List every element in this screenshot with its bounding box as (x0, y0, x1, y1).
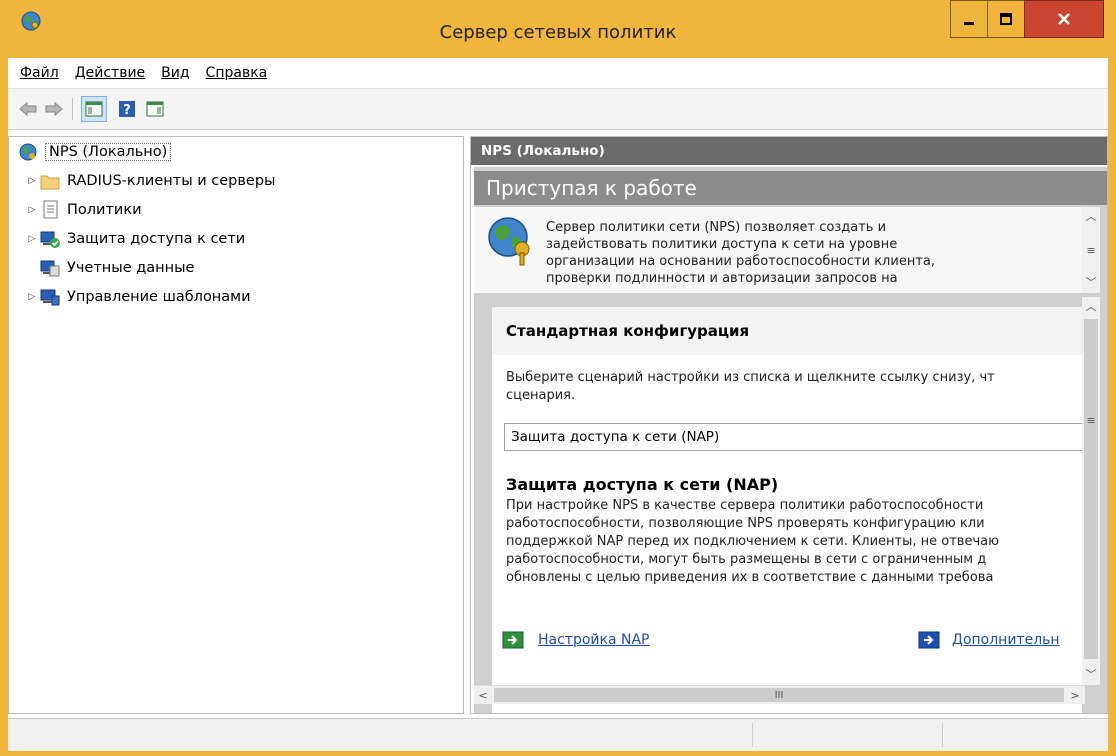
scroll-down-icon[interactable]: ﹀ (1082, 665, 1100, 683)
scroll-thumb[interactable] (1084, 319, 1098, 659)
status-bar (8, 718, 1108, 751)
menu-action[interactable]: Действие (75, 65, 145, 81)
configure-nap-link-text[interactable]: Настройка NAP (538, 632, 650, 648)
nap-line: При настройке NPS в качестве сервера пол… (506, 498, 984, 513)
window-title: Сервер сетевых политик (439, 22, 677, 43)
tree-root-label: NPS (Локально) (45, 143, 172, 161)
expand-arrow-icon[interactable]: ▷ (25, 292, 39, 302)
scroll-up-icon[interactable]: ︿ (1082, 297, 1100, 315)
nap-description: При настройке NPS в качестве сервера пол… (506, 497, 1082, 587)
intro-line: Сервер политики сети (NPS) позволяет соз… (546, 220, 887, 235)
tree-item-radius[interactable]: ▷ RADIUS-клиенты и серверы (25, 169, 276, 193)
nap-line: работоспособности, позволяющие NPS прове… (506, 516, 985, 531)
tree-root[interactable]: NPS (Локально) (17, 140, 172, 164)
details-pane-body: Приступая к работе Сервер политики сети … (474, 167, 1107, 713)
intro-section: Сервер политики сети (NPS) позволяет соз… (474, 207, 1082, 293)
nap-line: работоспособности, могут быть размещены … (506, 552, 987, 567)
client-area: Файл Действие Вид Справка ? NPS (Локальн… (8, 58, 1108, 751)
standard-config-title: Стандартная конфигурация (492, 307, 1082, 355)
scenario-dropdown[interactable]: Защита доступа к сети (NAP) (504, 423, 1082, 451)
intro-vertical-scrollbar[interactable]: ︿ ≡ ﹀ (1082, 207, 1100, 293)
intro-text: Сервер политики сети (NPS) позволяет соз… (546, 219, 1066, 287)
help-icon: ? (119, 101, 135, 118)
intro-line: задействовать политики доступа к сети на… (546, 237, 898, 252)
content-vertical-scrollbar[interactable]: ︿ ≡ ﹀ (1082, 297, 1100, 685)
close-button[interactable] (1024, 0, 1104, 38)
nps-globe-icon (17, 142, 39, 162)
tree-item-policies[interactable]: ▷ Политики (25, 198, 142, 222)
scroll-right-icon[interactable]: > (1066, 686, 1084, 704)
expand-arrow-icon[interactable]: ▷ (25, 234, 39, 244)
details-pane: NPS (Локально) Приступая к работе Сервер… (470, 136, 1108, 714)
status-cell (752, 723, 943, 747)
configure-nap-link[interactable]: Настройка NAP (502, 629, 650, 651)
title-bar[interactable]: Сервер сетевых политик (0, 0, 1116, 58)
horizontal-scrollbar[interactable]: < III > (474, 685, 1085, 704)
tree-item-label: Управление шаблонами (67, 289, 251, 305)
minimize-icon (964, 22, 974, 25)
scroll-grip-icon[interactable]: ≡ (1082, 411, 1100, 429)
blue-arrow-icon (918, 631, 940, 649)
scroll-left-icon[interactable]: < (474, 686, 492, 704)
details-pane-header: NPS (Локально) (471, 137, 1107, 165)
nap-section-title: Защита доступа к сети (NAP) (506, 475, 779, 494)
accounting-icon (39, 258, 61, 278)
status-cell (942, 723, 1109, 747)
toolbar: ? (8, 88, 1108, 130)
toolbar-separator (72, 98, 73, 120)
show-hide-console-tree-icon (85, 101, 103, 117)
more-info-link[interactable]: Дополнительн (918, 629, 1060, 651)
scroll-up-icon[interactable]: ︿ (1082, 207, 1100, 225)
console-tree-pane: NPS (Локально) ▷ RADIUS-клиенты и сервер… (8, 136, 464, 714)
tree-item-accounting[interactable]: Учетные данные (25, 256, 194, 280)
maximize-icon (1000, 13, 1012, 25)
standard-config-description: Выберите сценарий настройки из списка и … (506, 369, 1082, 405)
nap-line: поддержкой NAP перед их подключением к с… (506, 534, 1000, 549)
expand-arrow-icon[interactable]: ▷ (25, 205, 39, 215)
minimize-button[interactable] (950, 0, 987, 38)
close-icon (1058, 13, 1070, 25)
hscroll-grip: III (774, 689, 784, 701)
help-button[interactable]: ? (115, 97, 139, 121)
forward-button[interactable] (42, 97, 66, 121)
templates-icon (39, 287, 61, 307)
back-button[interactable] (16, 97, 40, 121)
menu-view[interactable]: Вид (161, 65, 189, 81)
getting-started-banner: Приступая к работе (474, 171, 1107, 205)
network-protection-icon (39, 229, 61, 249)
nap-line: обновлены с целью приведения их в соотве… (506, 570, 994, 585)
forward-arrow-icon (45, 101, 63, 117)
desc-line: Выберите сценарий настройки из списка и … (506, 370, 995, 385)
tree-item-label: Защита доступа к сети (67, 231, 246, 247)
menu-help[interactable]: Справка (206, 65, 268, 81)
show-action-pane-icon (146, 101, 164, 117)
app-window: Сервер сетевых политик Файл Действие Вид… (0, 0, 1116, 756)
desc-line: сценария. (506, 388, 576, 403)
scroll-grip-icon[interactable]: ≡ (1082, 241, 1100, 259)
hscroll-thumb[interactable]: III (494, 688, 1064, 702)
show-action-pane-button[interactable] (143, 97, 167, 121)
tree-item-templates[interactable]: ▷ Управление шаблонами (25, 285, 251, 309)
standard-config-content: Стандартная конфигурация Выберите сценар… (492, 307, 1082, 713)
maximize-button[interactable] (987, 0, 1024, 38)
expand-arrow-icon[interactable]: ▷ (25, 176, 39, 186)
nps-globe-key-icon (488, 217, 530, 266)
policy-document-icon (39, 200, 61, 220)
green-arrow-icon (502, 631, 524, 649)
tree-item-nap[interactable]: ▷ Защита доступа к сети (25, 227, 245, 251)
tree-item-label: Учетные данные (67, 260, 195, 276)
scroll-down-icon[interactable]: ﹀ (1082, 273, 1100, 291)
more-info-link-text[interactable]: Дополнительн (952, 632, 1060, 648)
intro-line: проверки подлинности и авторизации запро… (546, 271, 898, 286)
svg-text:?: ? (123, 103, 131, 118)
back-arrow-icon (19, 101, 37, 117)
menu-file[interactable]: Файл (20, 65, 59, 81)
tree-item-label: RADIUS-клиенты и серверы (67, 173, 276, 189)
folder-icon (39, 171, 61, 191)
intro-line: организации на основании работоспособнос… (546, 254, 935, 269)
show-hide-console-tree-button[interactable] (81, 96, 107, 122)
menu-bar: Файл Действие Вид Справка (8, 58, 1108, 88)
tree-item-label: Политики (67, 202, 142, 218)
